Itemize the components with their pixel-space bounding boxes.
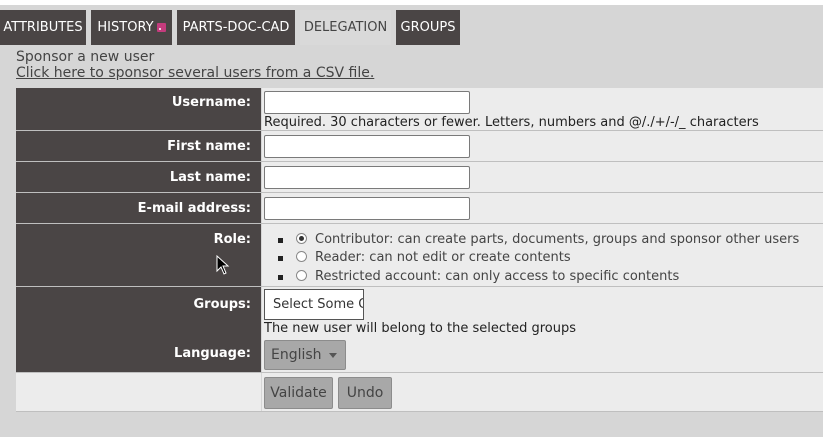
reader-label: Reader: can not edit or create contents: [315, 250, 571, 265]
role-value-cell: Contributor: can create parts, documents…: [262, 224, 823, 286]
last-name-input[interactable]: [264, 166, 470, 189]
language-value: English: [271, 347, 322, 363]
first-name-input[interactable]: [264, 135, 470, 158]
row-divider: [16, 411, 823, 412]
tab-label: PARTS-DOC-CAD: [182, 20, 290, 35]
tab-parts-doc-cad[interactable]: PARTS-DOC-CAD: [177, 10, 295, 45]
language-select[interactable]: English: [264, 340, 346, 370]
validate-button[interactable]: Validate: [264, 377, 333, 409]
first-name-label-cell: First name:: [16, 131, 261, 161]
last-name-value-cell: [262, 162, 823, 192]
groups-label: Groups:: [193, 297, 251, 312]
tab-attributes[interactable]: ATTRIBUTES: [0, 10, 86, 45]
mouse-pointer-icon: [216, 255, 230, 275]
tab-delegation[interactable]: DELEGATION: [300, 10, 391, 45]
tab-label: DELEGATION: [303, 20, 388, 35]
buttons-cell: Validate Undo: [262, 373, 823, 411]
email-label-cell: E-mail address:: [16, 193, 261, 223]
tab-label: HISTORY: [97, 20, 154, 35]
first-name-label: First name:: [167, 139, 251, 154]
role-label: Role:: [213, 232, 251, 247]
tab-label: ATTRIBUTES: [3, 20, 83, 35]
language-label: Language:: [174, 346, 251, 361]
tab-bar: ATTRIBUTES HISTORY PARTS-DOC-CAD DELEGAT…: [0, 5, 823, 45]
intro: Sponsor a new user Click here to sponsor…: [16, 49, 374, 81]
email-value-cell: [262, 193, 823, 223]
tab-history[interactable]: HISTORY: [91, 10, 172, 45]
first-name-value-cell: [262, 131, 823, 161]
restricted-label: Restricted account: can only access to s…: [315, 269, 680, 284]
list-bullet: [278, 256, 283, 261]
list-bullet: [278, 275, 283, 280]
username-value-cell: Required. 30 characters or fewer. Letter…: [262, 88, 823, 130]
csv-sponsor-link[interactable]: Click here to sponsor several users from…: [16, 65, 374, 81]
tab-label: GROUPS: [400, 20, 456, 35]
groups-language-label-cell: Groups: Language:: [16, 287, 261, 372]
undo-button[interactable]: Undo: [338, 377, 392, 409]
restricted-radio[interactable]: [296, 270, 307, 281]
rss-feed-icon[interactable]: [156, 23, 166, 32]
username-help: Required. 30 characters or fewer. Letter…: [264, 115, 759, 130]
list-bullet: [278, 238, 283, 243]
last-name-label: Last name:: [169, 170, 251, 185]
contributor-radio[interactable]: [296, 233, 307, 244]
contributor-label: Contributor: can create parts, documents…: [315, 232, 800, 247]
groups-help: The new user will belong to the selected…: [264, 321, 577, 336]
groups-language-value-cell: Select Some Options The new user will be…: [262, 287, 823, 372]
email-input[interactable]: [264, 197, 470, 220]
groups-multiselect[interactable]: Select Some Options: [264, 289, 364, 320]
tab-groups[interactable]: GROUPS: [396, 10, 460, 45]
last-name-label-cell: Last name:: [16, 162, 261, 192]
buttons-empty-cell: [16, 373, 261, 411]
username-label-cell: Username:: [16, 88, 261, 130]
delegation-panel: Sponsor a new user Click here to sponsor…: [0, 45, 823, 437]
caret-down-icon: [329, 353, 337, 358]
username-label: Username:: [171, 95, 251, 110]
sponsor-title: Sponsor a new user: [16, 49, 155, 65]
username-input[interactable]: [264, 91, 470, 114]
reader-radio[interactable]: [296, 251, 307, 262]
email-label: E-mail address:: [137, 201, 251, 216]
